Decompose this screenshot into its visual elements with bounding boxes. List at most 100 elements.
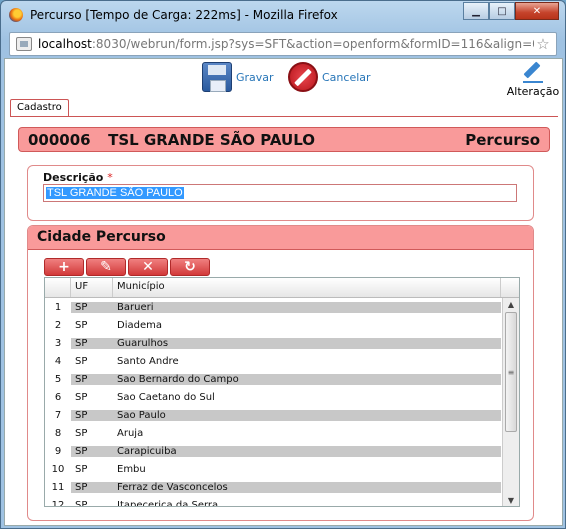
row-index: 3 [45, 337, 71, 349]
window-controls: ▁ □ ✕ [463, 2, 559, 20]
maximize-button[interactable]: □ [489, 2, 515, 20]
grid-rows: 1 SP Barueri 2 SP Diadema 3 SP Guarulhos 4 SP Santo… [45, 298, 501, 506]
descricao-field[interactable] [43, 184, 517, 202]
scroll-up-arrow-icon[interactable]: ▲ [503, 298, 519, 312]
table-row[interactable]: 3 SP Guarulhos [45, 334, 501, 352]
row-uf: SP [71, 319, 113, 331]
floppy-disk-icon [202, 62, 232, 92]
delete-button[interactable]: ✕ [128, 258, 168, 276]
add-icon: + [58, 259, 70, 275]
refresh-icon: ↻ [184, 259, 196, 275]
alter-label: Alteração [506, 85, 560, 98]
table-row[interactable]: 1 SP Barueri [45, 298, 501, 316]
url-path: :8030/webrun/form.jsp?sys=SFT&action=ope… [91, 37, 534, 51]
add-button[interactable]: + [44, 258, 84, 276]
page-icon [16, 37, 32, 51]
save-button[interactable]: Gravar [202, 62, 274, 92]
row-municipio: Sao Paulo [113, 409, 501, 421]
tab-cadastro[interactable]: Cadastro [10, 99, 69, 117]
record-code: 000006 [28, 130, 91, 149]
edit-button[interactable]: ✎ [86, 258, 126, 276]
row-municipio: Itapecerica da Serra [113, 499, 501, 506]
table-row[interactable]: 9 SP Carapicuiba [45, 442, 501, 460]
table-row[interactable]: 5 SP Sao Bernardo do Campo [45, 370, 501, 388]
row-index: 9 [45, 445, 71, 457]
tab-divider [10, 116, 558, 117]
url-host: localhost [38, 37, 92, 51]
col-header-index[interactable] [45, 278, 71, 297]
row-uf: SP [71, 409, 113, 421]
row-index: 5 [45, 373, 71, 385]
cidade-percurso-title: Cidade Percurso [28, 226, 533, 250]
row-municipio: Barueri [113, 301, 501, 313]
row-uf: SP [71, 499, 113, 506]
close-button[interactable]: ✕ [515, 2, 559, 20]
tab-strip: Cadastro [10, 99, 69, 117]
row-index: 12 [45, 499, 71, 506]
pencil-icon [523, 61, 543, 83]
col-header-municipio[interactable]: Município [113, 278, 501, 297]
row-municipio: Sao Caetano do Sul [113, 391, 501, 403]
row-municipio: Ferraz de Vasconcelos [113, 481, 501, 493]
cidade-percurso-section: Cidade Percurso + ✎ ✕ ↻ UF Município 1 SP… [27, 225, 534, 521]
row-municipio: Aruja [113, 427, 501, 439]
alter-button[interactable]: Alteração [505, 61, 561, 98]
bookmark-star-icon[interactable]: ☆ [534, 35, 552, 53]
scroll-down-arrow-icon[interactable]: ▼ [503, 494, 519, 506]
table-row[interactable]: 12 SP Itapecerica da Serra [45, 496, 501, 506]
grid-scrollbar[interactable]: ▲ ≡ ▼ [502, 298, 519, 506]
row-uf: SP [71, 301, 113, 313]
row-municipio: Diadema [113, 319, 501, 331]
cancel-icon [288, 62, 318, 92]
grid-header: UF Município [45, 278, 519, 298]
row-index: 6 [45, 391, 71, 403]
row-uf: SP [71, 445, 113, 457]
row-index: 1 [45, 301, 71, 313]
address-bar[interactable]: localhost:8030/webrun/form.jsp?sys=SFT&a… [9, 32, 557, 56]
row-uf: SP [71, 463, 113, 475]
scroll-thumb[interactable]: ≡ [505, 312, 517, 432]
page-content: Gravar Cancelar Alteração Cadastro 00000… [4, 58, 563, 526]
record-header: 000006 TSL GRANDE SÃO PAULO Percurso [18, 127, 550, 152]
table-row[interactable]: 6 SP Sao Caetano do Sul [45, 388, 501, 406]
descricao-label: Descrição * [43, 171, 113, 184]
form-toolbar: Gravar Cancelar Alteração [5, 59, 562, 99]
row-municipio: Guarulhos [113, 337, 501, 349]
cancel-button[interactable]: Cancelar [288, 62, 371, 92]
row-uf: SP [71, 481, 113, 493]
row-uf: SP [71, 355, 113, 367]
title-bar[interactable]: Percurso [Tempo de Carga: 222ms] - Mozil… [1, 1, 565, 29]
row-uf: SP [71, 391, 113, 403]
row-uf: SP [71, 373, 113, 385]
table-row[interactable]: 10 SP Embu [45, 460, 501, 478]
table-row[interactable]: 2 SP Diadema [45, 316, 501, 334]
refresh-button[interactable]: ↻ [170, 258, 210, 276]
row-index: 7 [45, 409, 71, 421]
table-row[interactable]: 11 SP Ferraz de Vasconcelos [45, 478, 501, 496]
row-index: 8 [45, 427, 71, 439]
row-index: 4 [45, 355, 71, 367]
descricao-section: Descrição * TSL GRANDE SÃO PAULO [27, 165, 534, 221]
minimize-button[interactable]: ▁ [463, 2, 489, 20]
url-text[interactable]: localhost:8030/webrun/form.jsp?sys=SFT&a… [38, 37, 534, 51]
record-name: TSL GRANDE SÃO PAULO [108, 130, 315, 149]
col-header-uf[interactable]: UF [71, 278, 113, 297]
table-row[interactable]: 8 SP Aruja [45, 424, 501, 442]
edit-icon: ✎ [100, 259, 112, 275]
cancel-label: Cancelar [322, 70, 371, 84]
form-name: Percurso [465, 130, 540, 149]
window-title: Percurso [Tempo de Carga: 222ms] - Mozil… [30, 8, 338, 22]
save-label: Gravar [236, 70, 274, 84]
row-index: 11 [45, 481, 71, 493]
row-index: 2 [45, 319, 71, 331]
firefox-icon [9, 8, 23, 22]
row-uf: SP [71, 337, 113, 349]
row-municipio: Santo Andre [113, 355, 501, 367]
table-row[interactable]: 4 SP Santo Andre [45, 352, 501, 370]
grid-toolbar: + ✎ ✕ ↻ [44, 258, 212, 276]
row-municipio: Embu [113, 463, 501, 475]
row-municipio: Carapicuiba [113, 445, 501, 457]
row-uf: SP [71, 427, 113, 439]
required-mark: * [107, 171, 113, 184]
table-row[interactable]: 7 SP Sao Paulo [45, 406, 501, 424]
